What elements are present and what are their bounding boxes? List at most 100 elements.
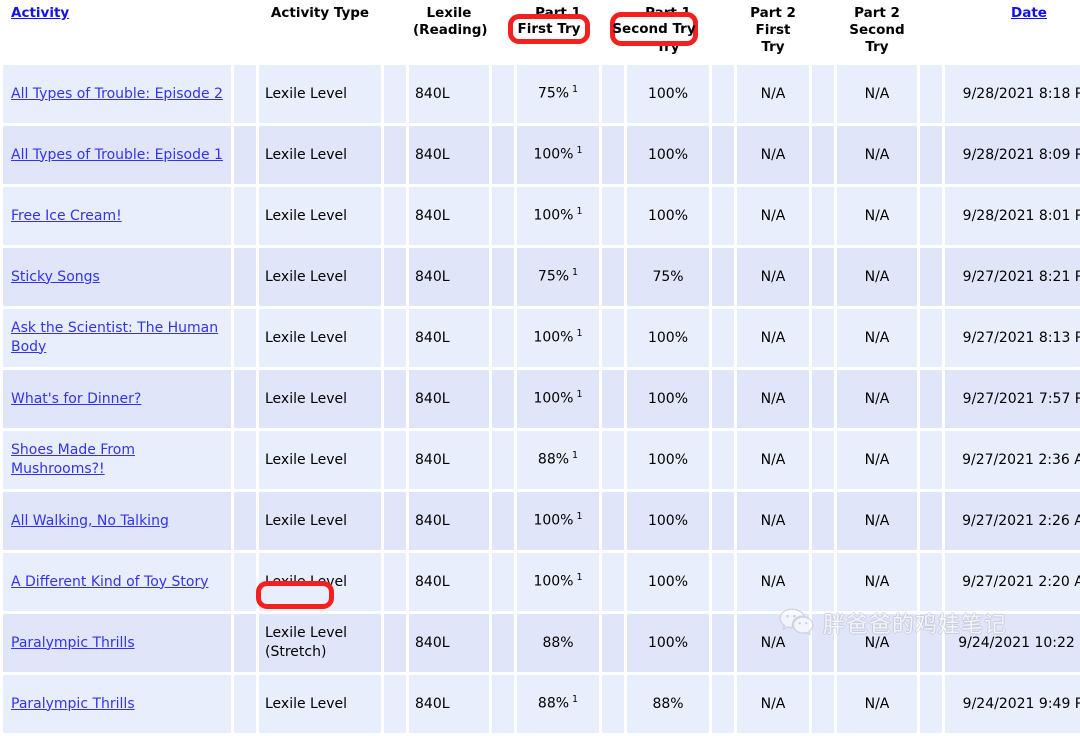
cell-date: 9/27/2021 2:36 AM: [945, 430, 1080, 489]
cell-activity[interactable]: All Types of Trouble: Episode 2: [3, 64, 231, 123]
cell-spacer: [602, 613, 624, 672]
cell-activity-type: Lexile Level: [259, 430, 381, 489]
cell-part2-second-try: N/A: [837, 491, 917, 550]
activity-link[interactable]: Paralympic Thrills: [11, 696, 135, 712]
cell-spacer: [384, 369, 406, 428]
cell-spacer: [492, 613, 514, 672]
activity-link[interactable]: A Different Kind of Toy Story: [11, 574, 209, 590]
cell-spacer: [384, 552, 406, 611]
cell-part1-first-try: 88% 1: [517, 674, 599, 733]
activity-type-label: Lexile Level: [265, 625, 348, 642]
cell-spacer: [812, 491, 834, 550]
cell-lexile: 840L: [409, 491, 489, 550]
cell-spacer: [384, 613, 406, 672]
cell-lexile: 840L: [409, 308, 489, 367]
cell-lexile: 840L: [409, 186, 489, 245]
cell-date: 9/27/2021 2:20 AM: [945, 552, 1080, 611]
activity-link[interactable]: Paralympic Thrills: [11, 635, 135, 651]
activity-link[interactable]: All Types of Trouble: Episode 1: [11, 147, 223, 163]
cell-activity[interactable]: What's for Dinner?: [3, 369, 231, 428]
cell-spacer: [234, 674, 256, 733]
cell-activity[interactable]: All Types of Trouble: Episode 1: [3, 125, 231, 184]
cell-part2-second-try: N/A: [837, 308, 917, 367]
activity-link[interactable]: Shoes Made From Mushrooms?!: [11, 442, 135, 476]
cell-spacer: [712, 552, 734, 611]
cell-spacer: [492, 125, 514, 184]
activity-report: Activity Activity Type Lexile (Reading) …: [0, 0, 1080, 733]
cell-activity[interactable]: Paralympic Thrills: [3, 674, 231, 733]
activity-link[interactable]: Sticky Songs: [11, 269, 100, 285]
cell-date: 9/27/2021 2:26 AM: [945, 491, 1080, 550]
cell-spacer: [920, 125, 942, 184]
cell-spacer: [384, 186, 406, 245]
cell-part2-first-try: N/A: [737, 491, 809, 550]
cell-spacer: [384, 308, 406, 367]
activity-link[interactable]: All Types of Trouble: Episode 2: [11, 86, 223, 102]
header-label-first-try: First Try: [526, 21, 590, 38]
activity-type-label: Lexile Level: [265, 85, 348, 102]
header-label-second-try: Second Try: [640, 21, 696, 55]
cell-part2-first-try: N/A: [737, 186, 809, 245]
footnote-marker: 1: [576, 206, 583, 218]
cell-part1-second-try: 100%: [627, 308, 709, 367]
cell-spacer: [812, 308, 834, 367]
activity-link[interactable]: Free Ice Cream!: [11, 208, 122, 224]
header-spacer: [712, 3, 734, 62]
cell-part1-first-try: 100% 1: [517, 369, 599, 428]
cell-part1-second-try: 100%: [627, 430, 709, 489]
activity-sort-link[interactable]: Activity: [11, 5, 69, 21]
header-label-part1: Part 1: [535, 5, 581, 21]
cell-spacer: [602, 430, 624, 489]
footnote-marker: 1: [576, 572, 583, 584]
cell-activity-type: Lexile Level: [259, 674, 381, 733]
cell-part1-second-try: 75%: [627, 247, 709, 306]
table-row: Free Ice Cream! Lexile Level 840L 100% 1 100%…: [3, 186, 1080, 245]
activity-link[interactable]: All Walking, No Talking: [11, 513, 169, 529]
cell-activity-type: Lexile Level: [259, 552, 381, 611]
activity-link[interactable]: Ask the Scientist: The Human Body: [11, 320, 218, 354]
cell-part1-second-try: 100%: [627, 64, 709, 123]
header-spacer: [492, 3, 514, 62]
cell-spacer: [812, 552, 834, 611]
cell-activity[interactable]: Shoes Made From Mushrooms?!: [3, 430, 231, 489]
cell-part2-second-try: N/A: [837, 613, 917, 672]
activity-link[interactable]: What's for Dinner?: [11, 391, 141, 407]
cell-lexile: 840L: [409, 613, 489, 672]
column-header-date[interactable]: Date: [945, 3, 1080, 62]
cell-spacer: [492, 369, 514, 428]
header-label-second: Second: [849, 21, 905, 38]
header-label-first: First: [755, 21, 791, 38]
cell-activity[interactable]: Free Ice Cream!: [3, 186, 231, 245]
cell-spacer: [234, 369, 256, 428]
table-body: All Types of Trouble: Episode 2 Lexile Le…: [3, 64, 1080, 733]
table-row: A Different Kind of Toy Story Lexile Leve…: [3, 552, 1080, 611]
cell-part1-second-try: 100%: [627, 552, 709, 611]
date-sort-link[interactable]: Date: [1011, 5, 1047, 21]
cell-activity[interactable]: A Different Kind of Toy Story: [3, 552, 231, 611]
column-header-activity[interactable]: Activity: [3, 3, 231, 62]
activity-type-label: Lexile Level: [265, 390, 348, 407]
column-header-lexile: Lexile (Reading): [409, 3, 489, 62]
cell-activity[interactable]: Paralympic Thrills: [3, 613, 231, 672]
cell-spacer: [384, 491, 406, 550]
activity-type-label: Lexile Level: [265, 329, 348, 346]
cell-part1-first-try: 100% 1: [517, 491, 599, 550]
cell-part2-first-try: N/A: [737, 369, 809, 428]
cell-part1-second-try: 100%: [627, 186, 709, 245]
cell-activity[interactable]: All Walking, No Talking: [3, 491, 231, 550]
cell-spacer: [492, 552, 514, 611]
cell-part1-first-try: 75% 1: [517, 64, 599, 123]
cell-spacer: [920, 369, 942, 428]
cell-spacer: [234, 308, 256, 367]
cell-spacer: [920, 430, 942, 489]
cell-spacer: [920, 613, 942, 672]
cell-spacer: [234, 430, 256, 489]
cell-activity[interactable]: Ask the Scientist: The Human Body: [3, 308, 231, 367]
column-header-part2-second-try: Part 2 Second Try: [837, 3, 917, 62]
cell-activity-type: Lexile Level (Stretch): [259, 613, 381, 672]
cell-lexile: 840L: [409, 64, 489, 123]
cell-activity[interactable]: Sticky Songs: [3, 247, 231, 306]
cell-part2-first-try: N/A: [737, 247, 809, 306]
cell-spacer: [812, 369, 834, 428]
cell-spacer: [712, 613, 734, 672]
